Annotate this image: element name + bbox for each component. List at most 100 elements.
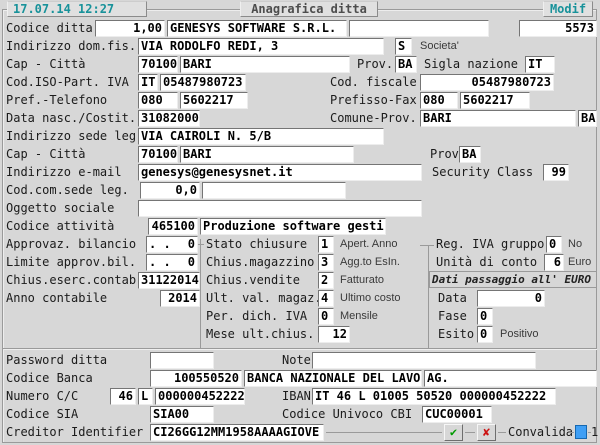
date-value: 0 bbox=[188, 255, 195, 270]
prefisso-fax-field[interactable]: 080 bbox=[420, 92, 458, 109]
chius-vendite-label: Chius.vendite bbox=[206, 272, 300, 289]
tipo-societa-field[interactable]: S bbox=[395, 38, 412, 55]
citta-sede-field[interactable]: BARI bbox=[180, 146, 354, 163]
cap-sede-field[interactable]: 70100 bbox=[138, 146, 178, 163]
prov-dom-label: Prov. bbox=[357, 56, 393, 73]
stato-chiusure-field[interactable]: 1 bbox=[318, 236, 334, 253]
iban-field[interactable]: IT 46 L 01005 50520 000000452222 bbox=[312, 388, 556, 405]
comune-field[interactable]: BARI bbox=[420, 110, 576, 127]
reg-iva-gruppo-field[interactable]: 0 bbox=[546, 236, 562, 253]
connector-line bbox=[498, 432, 506, 433]
connector-line bbox=[570, 432, 574, 433]
cap-citta-sede-label: Cap - Città bbox=[6, 146, 85, 163]
data-nascita-field[interactable]: 31082000 bbox=[138, 110, 200, 127]
iso-field[interactable]: IT bbox=[138, 74, 158, 91]
numero-fax-field[interactable]: 5602217 bbox=[460, 92, 530, 109]
cod-com-field[interactable]: 0,0 bbox=[140, 182, 200, 199]
codice-attivita-field[interactable]: 465100 bbox=[148, 218, 198, 235]
security-class-field[interactable]: 99 bbox=[543, 164, 569, 181]
data-nascita-label: Data nasc./Costit. bbox=[6, 110, 136, 127]
attivita-desc-field[interactable]: Produzione software gesti bbox=[200, 218, 386, 235]
unita-conto-field[interactable]: 6 bbox=[544, 254, 564, 271]
convalida-indicator[interactable] bbox=[575, 425, 587, 439]
numero-cc-label: Numero C/C bbox=[6, 388, 78, 405]
creditor-identifier-field[interactable]: CI26GG12MM1958AAAAGIOVE bbox=[150, 424, 324, 441]
convalida-label: Convalida bbox=[508, 424, 573, 441]
date-value: 0 bbox=[188, 237, 195, 252]
ragione-sociale-2-field[interactable] bbox=[349, 20, 489, 37]
indirizzo-dom-field[interactable]: VIA RODOLFO REDI, 3 bbox=[138, 38, 384, 55]
codice-interno-field[interactable]: 5573 bbox=[519, 20, 597, 37]
codice-banca-field[interactable]: 100550520 bbox=[150, 370, 242, 387]
chius-magazzino-field[interactable]: 3 bbox=[318, 254, 334, 271]
codice-banca-label: Codice Banca bbox=[6, 370, 93, 387]
mode-badge: Modif bbox=[543, 1, 593, 17]
codice-univoco-cbi-label: Codice Univoco CBI bbox=[282, 406, 412, 423]
unita-conto-desc: Euro bbox=[568, 254, 591, 271]
codice-univoco-cbi-field[interactable]: CUC00001 bbox=[422, 406, 492, 423]
abi-check-field[interactable]: 46 bbox=[110, 388, 136, 405]
codice-ditta-numero-field[interactable]: 1,00 bbox=[95, 20, 165, 37]
cod-fiscale-field[interactable]: 05487980723 bbox=[420, 74, 554, 91]
password-ditta-label: Password ditta bbox=[6, 352, 107, 369]
chius-eserc-field[interactable]: 31122014 bbox=[138, 272, 200, 289]
prefisso-telefono-field[interactable]: 080 bbox=[138, 92, 178, 109]
euro-esito-field[interactable]: 0 bbox=[477, 326, 493, 343]
partita-iva-field[interactable]: 05487980723 bbox=[160, 74, 246, 91]
approvaz-bilancio-label: Approvaz. bilancio bbox=[6, 236, 136, 253]
email-field[interactable]: genesys@genesysnet.it bbox=[138, 164, 422, 181]
comune-prov-field[interactable]: BA bbox=[578, 110, 597, 127]
oggetto-sociale-label: Oggetto sociale bbox=[6, 200, 114, 217]
sigla-nazione-field[interactable]: IT bbox=[525, 56, 555, 73]
section-separator-highlight bbox=[3, 349, 597, 350]
conto-field[interactable]: 000000452222 bbox=[155, 388, 245, 405]
codice-sia-label: Codice SIA bbox=[6, 406, 78, 423]
numero-telefono-field[interactable]: 5602217 bbox=[180, 92, 248, 109]
anno-contabile-field[interactable]: 2014 bbox=[160, 290, 200, 307]
cod-com-desc-field[interactable] bbox=[202, 182, 346, 199]
cod-fiscale-label: Cod. fiscale bbox=[330, 74, 417, 91]
chius-magazzino-desc: Agg.to EsIn. bbox=[340, 254, 400, 271]
approvaz-bilancio-field[interactable]: . . 0 bbox=[146, 236, 198, 253]
indirizzo-sede-field[interactable]: VIA CAIROLI N. 5/B bbox=[138, 128, 384, 145]
prov-dom-field[interactable]: BA bbox=[395, 56, 417, 73]
prov-sede-field[interactable]: BA bbox=[459, 146, 481, 163]
codice-sia-field[interactable]: SIA00 bbox=[150, 406, 214, 423]
euro-data-field[interactable]: 0 bbox=[477, 290, 545, 307]
tipo-societa-desc: Societa' bbox=[420, 38, 459, 55]
cin-field[interactable]: L bbox=[138, 388, 153, 405]
creditor-identifier-label: Creditor Identifier bbox=[6, 424, 143, 441]
euro-data-label: Data bbox=[438, 290, 467, 307]
euro-fase-field[interactable]: 0 bbox=[477, 308, 493, 325]
indirizzo-dom-label: Indirizzo dom.fis. bbox=[6, 38, 136, 55]
citta-dom-field[interactable]: BARI bbox=[180, 56, 350, 73]
limite-approv-field[interactable]: . .0 bbox=[146, 254, 198, 271]
telefono-label: Pref.-Telefono bbox=[6, 92, 107, 109]
password-ditta-field[interactable] bbox=[150, 352, 214, 369]
per-dich-iva-label: Per. dich. IVA bbox=[206, 308, 307, 325]
nome-banca-field[interactable]: BANCA NAZIONALE DEL LAVOR bbox=[244, 370, 422, 387]
cancel-x-icon[interactable]: ✘ bbox=[477, 424, 496, 441]
divider-vertical-1 bbox=[200, 239, 201, 348]
per-dich-iva-field[interactable]: 0 bbox=[318, 308, 334, 325]
codice-attivita-label: Codice attività bbox=[6, 218, 114, 235]
ult-val-magaz-desc: Ultimo costo bbox=[340, 290, 401, 307]
confirm-check-icon[interactable]: ✔ bbox=[444, 424, 463, 441]
stato-chiusure-desc: Apert. Anno bbox=[340, 236, 398, 253]
mese-ult-chius-label: Mese ult.chius. bbox=[206, 326, 314, 343]
cap-dom-field[interactable]: 70100 bbox=[138, 56, 178, 73]
codice-ditta-label: Codice ditta bbox=[6, 20, 93, 37]
limite-approv-label: Limite approv.bil. bbox=[6, 254, 136, 271]
chius-vendite-field[interactable]: 2 bbox=[318, 272, 334, 289]
ult-val-magaz-field[interactable]: 4 bbox=[318, 290, 334, 307]
date-mask: . . bbox=[149, 237, 171, 252]
mese-ult-chius-field[interactable]: 12 bbox=[318, 326, 350, 343]
oggetto-sociale-field[interactable] bbox=[138, 200, 422, 217]
indirizzo-sede-label: Indirizzo sede leg. bbox=[6, 128, 143, 145]
note-field[interactable] bbox=[312, 352, 536, 369]
iban-label: IBAN bbox=[282, 388, 311, 405]
ragione-sociale-field[interactable]: GENESYS SOFTWARE S.R.L. bbox=[167, 20, 347, 37]
anagrafica-ditta-window: 17.07.14 12:27 Anagrafica ditta Modif Co… bbox=[0, 0, 600, 445]
cap-citta-dom-label: Cap - Città bbox=[6, 56, 85, 73]
agenzia-banca-field[interactable]: AG. bbox=[424, 370, 597, 387]
